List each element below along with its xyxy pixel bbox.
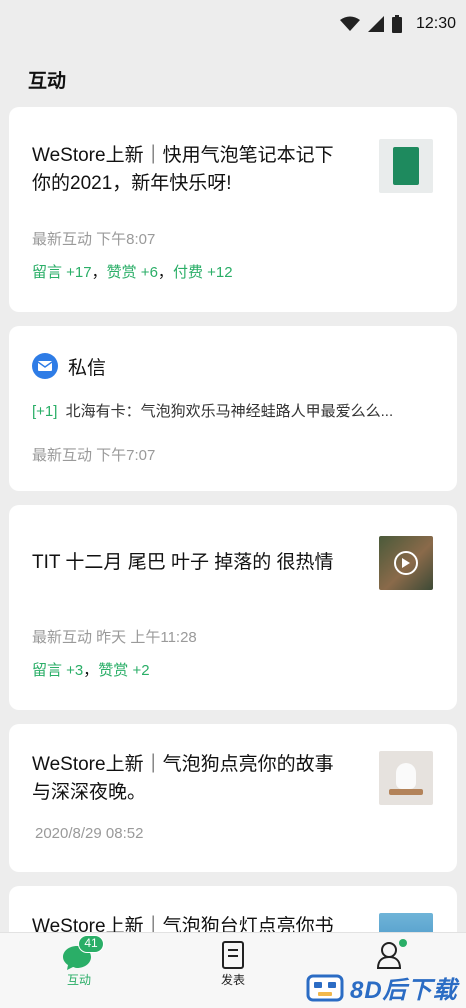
- tab-label: 互动: [66, 973, 91, 987]
- private-message-card[interactable]: 私信 [+1] 北海有卡：气泡狗欢乐马神经蛙路人甲最爱么么... 最新互动 下午…: [9, 326, 457, 491]
- notification-dot: [399, 939, 407, 947]
- watermark-text: 8D后下载: [350, 976, 458, 1004]
- interaction-card[interactable]: WeStore上新｜气泡狗点亮你的故事 与深深夜晚。 2020/8/29 08:…: [9, 724, 457, 872]
- cellular-signal-icon: [367, 16, 384, 32]
- mail-icon: [32, 353, 58, 379]
- play-icon: [394, 551, 418, 575]
- interaction-stats: 留言 +17，赞赏 +6，付费 +12: [32, 264, 233, 281]
- tab-publish[interactable]: 发表: [193, 941, 273, 988]
- publish-time: 2020/8/29 08:52: [35, 825, 144, 842]
- message-preview: [+1] 北海有卡：气泡狗欢乐马神经蛙路人甲最爱么么...: [32, 400, 393, 421]
- battery-icon: [391, 15, 402, 33]
- person-icon: [376, 942, 402, 969]
- video-thumbnail: [379, 536, 433, 590]
- document-icon: [222, 941, 244, 969]
- status-bar: 12:30: [0, 0, 466, 48]
- page-title: 互动: [28, 71, 67, 92]
- interaction-card[interactable]: TIT 十二月 尾巴 叶子 掉落的 很热情 最新互动 昨天 上午11:28 留言…: [9, 505, 457, 710]
- article-title: WeStore上新｜快用气泡笔记本记下 你的2021，新年快乐呀!: [32, 145, 334, 194]
- wifi-icon: [339, 16, 360, 31]
- new-count-badge: [+1]: [32, 403, 58, 420]
- article-thumbnail: [379, 139, 433, 193]
- tab-label: 发表: [220, 973, 245, 987]
- message-text: 北海有卡：气泡狗欢乐马神经蛙路人甲最爱么么...: [65, 403, 394, 420]
- unread-badge: 41: [78, 935, 104, 953]
- last-interaction-time: 最新互动 下午7:07: [32, 447, 156, 464]
- green-notebook-image: [393, 147, 419, 185]
- last-interaction-time: 最新互动 下午8:07: [32, 231, 156, 248]
- interaction-stats: 留言 +3，赞赏 +2: [32, 662, 150, 679]
- watermark: 8D后下载: [302, 966, 466, 1008]
- last-interaction-time: 最新互动 昨天 上午11:28: [32, 629, 197, 646]
- article-title: WeStore上新｜气泡狗点亮你的故事 与深深夜晚。: [32, 754, 334, 803]
- interaction-card[interactable]: WeStore上新｜快用气泡笔记本记下 你的2021，新年快乐呀! 最新互动 下…: [9, 107, 457, 312]
- private-message-header: 私信: [68, 358, 107, 379]
- status-time: 12:30: [415, 15, 456, 32]
- owl-figure-image: [396, 763, 416, 789]
- article-thumbnail: [379, 751, 433, 805]
- comment-count[interactable]: 留言 +3: [32, 662, 83, 679]
- video-title: TIT 十二月 尾巴 叶子 掉落的 很热情: [32, 552, 334, 573]
- reward-count[interactable]: 赞赏 +6: [107, 264, 158, 281]
- paid-count[interactable]: 付费 +12: [173, 264, 233, 281]
- reward-count[interactable]: 赞赏 +2: [98, 662, 149, 679]
- tab-interactions[interactable]: 41 互动: [39, 935, 119, 988]
- comment-count[interactable]: 留言 +17: [32, 264, 92, 281]
- robot-logo-icon: [306, 974, 344, 1002]
